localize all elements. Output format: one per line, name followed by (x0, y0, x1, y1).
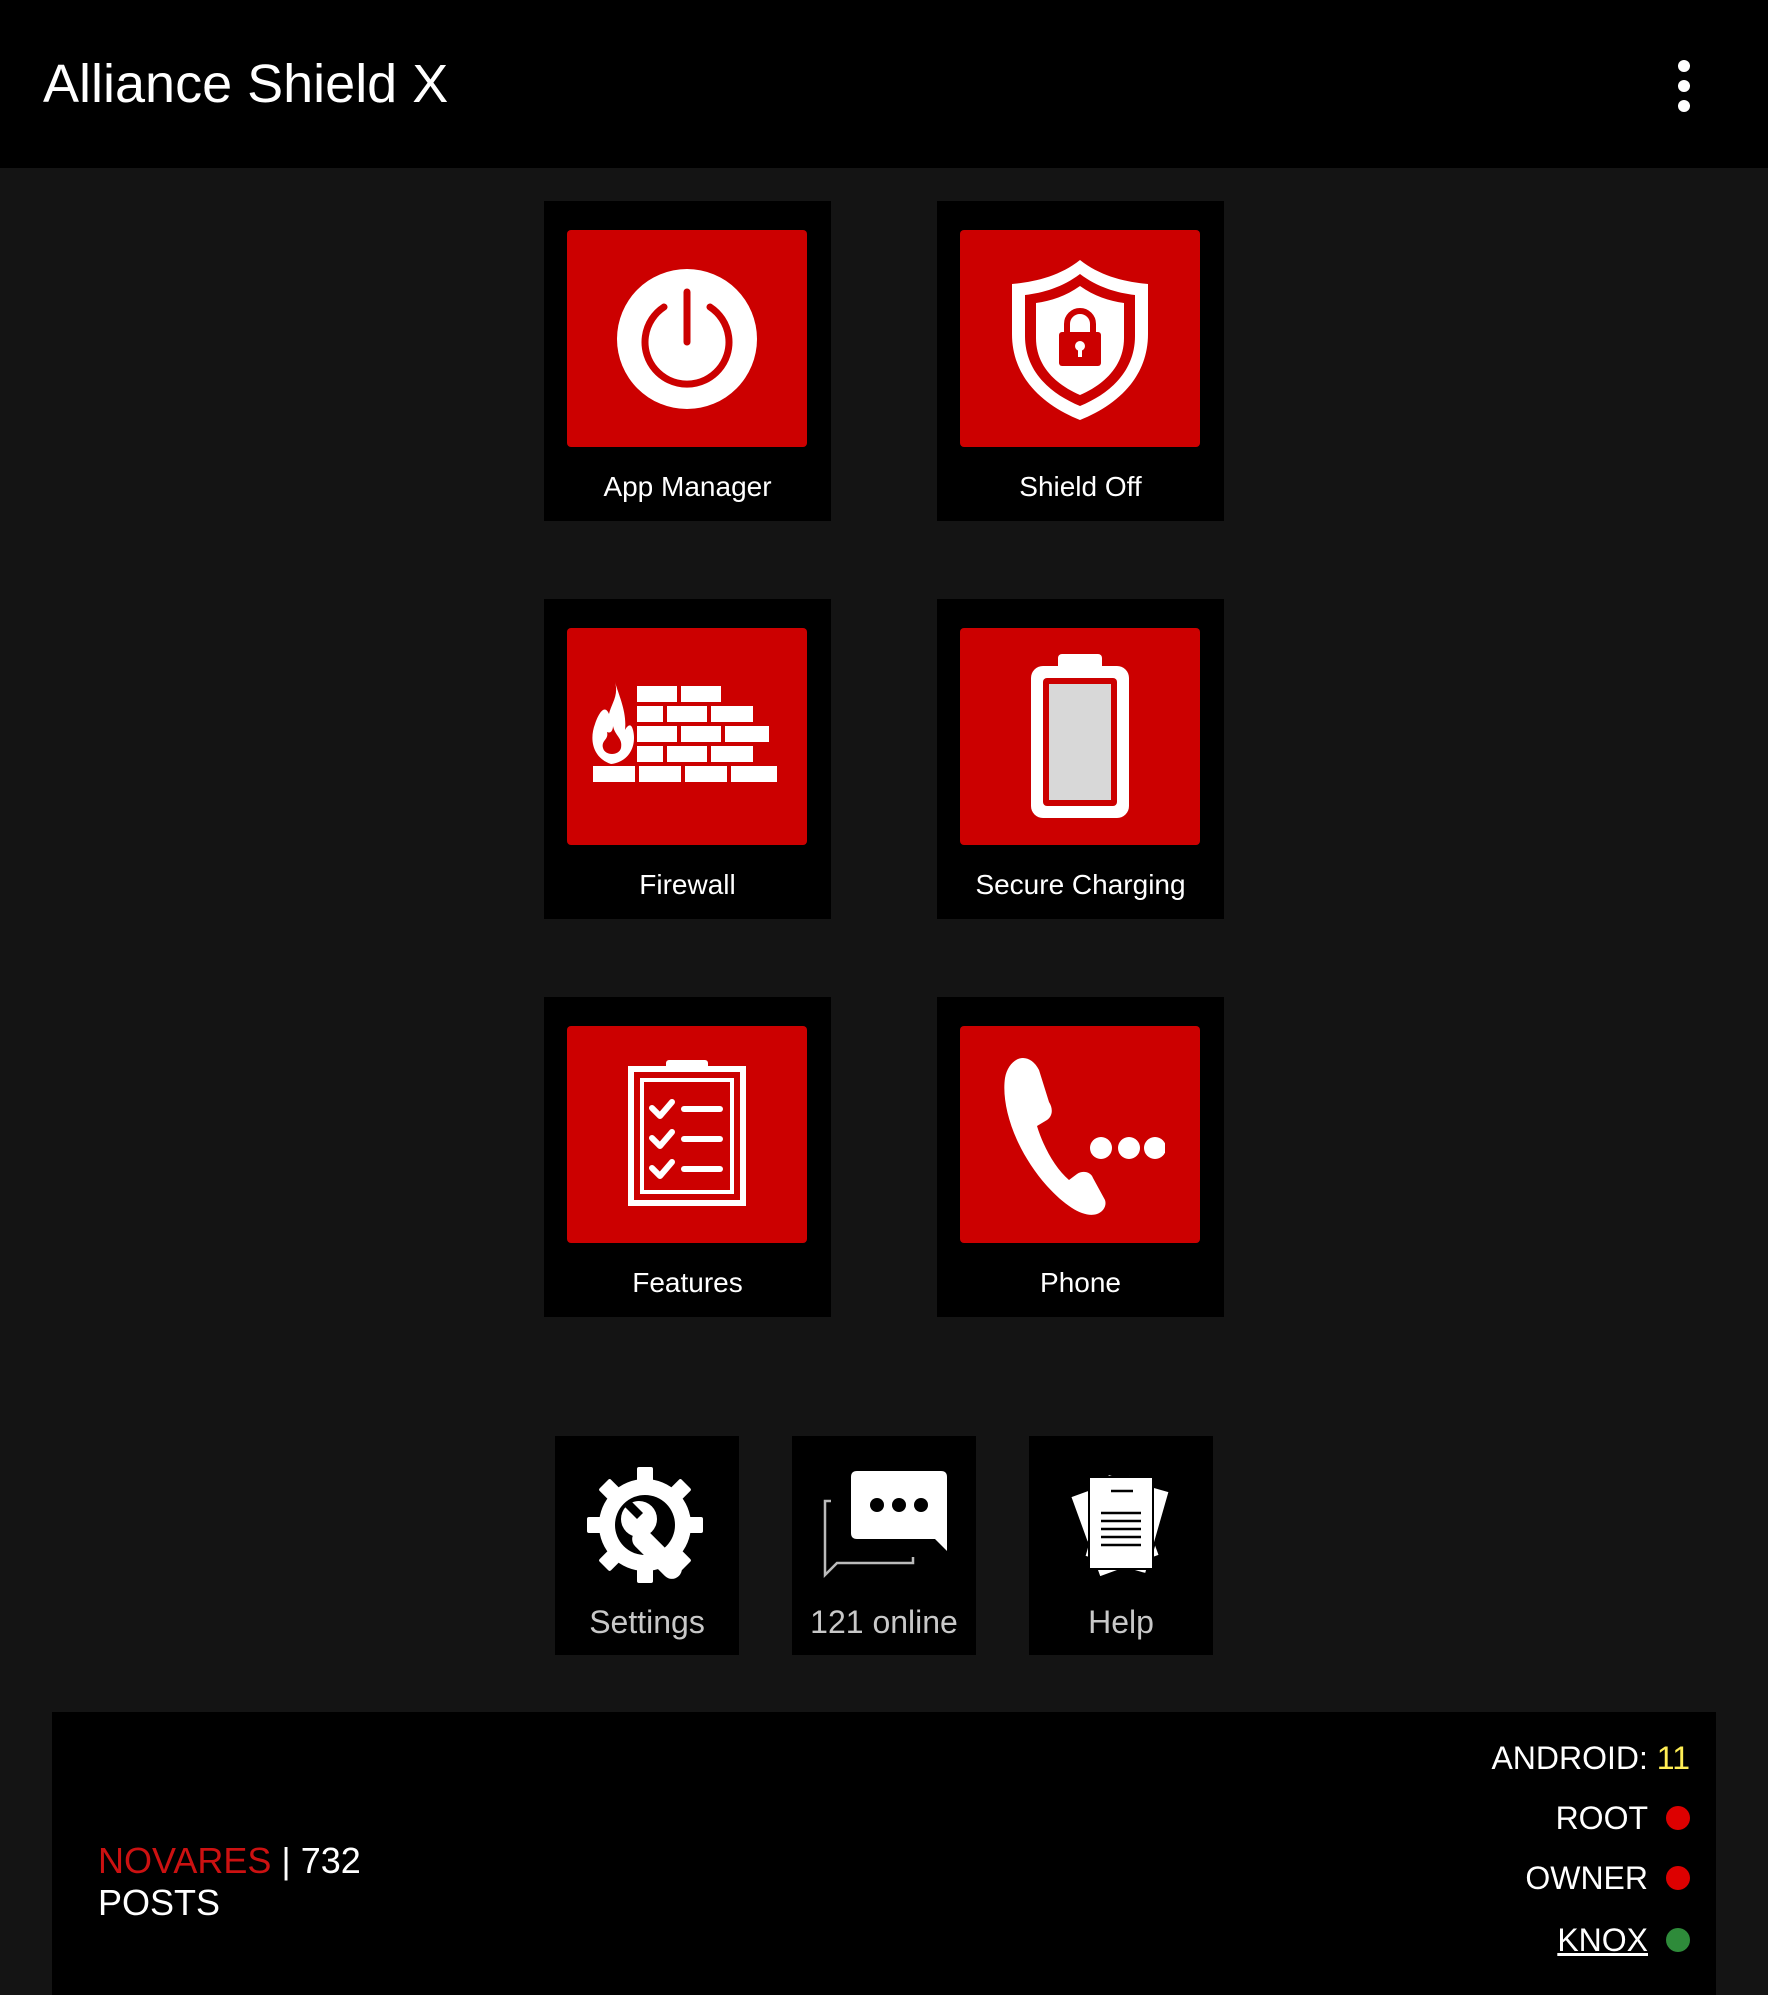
more-vert-icon (1678, 60, 1690, 112)
posts-label: POSTS (98, 1882, 221, 1923)
documents-icon (1051, 1462, 1191, 1592)
firewall-label: Firewall (639, 869, 736, 900)
features-label: Features (632, 1267, 743, 1298)
more-options-button[interactable] (1664, 56, 1704, 116)
phone-tile[interactable]: Phone (937, 997, 1224, 1317)
help-label: Help (1088, 1604, 1154, 1640)
checklist-icon (567, 1026, 807, 1243)
settings-button[interactable]: Settings (555, 1436, 739, 1655)
secure-charging-label: Secure Charging (975, 869, 1186, 900)
phone-call-icon (960, 1026, 1200, 1243)
android-version-status: ANDROID: 11 (1491, 1738, 1690, 1778)
gear-wrench-icon (577, 1462, 717, 1592)
forum-separator: | (281, 1840, 291, 1881)
secure-charging-tile[interactable]: Secure Charging (937, 599, 1224, 919)
battery-icon (960, 628, 1200, 845)
knox-status: KNOX (1557, 1920, 1690, 1960)
shield-off-tile[interactable]: Shield Off (937, 201, 1224, 521)
chat-online-button[interactable]: 121 online (792, 1436, 976, 1655)
firewall-icon (567, 628, 807, 845)
phone-label: Phone (1040, 1267, 1121, 1298)
post-count: 732 (300, 1840, 361, 1881)
knox-link[interactable]: KNOX (1557, 1920, 1648, 1960)
forum-stats: NOVARES | 732 POSTS (98, 1840, 361, 1924)
help-button[interactable]: Help (1029, 1436, 1213, 1655)
features-tile[interactable]: Features (544, 997, 831, 1317)
app-bar: Alliance Shield X (0, 0, 1768, 168)
firewall-tile[interactable]: Firewall (544, 599, 831, 919)
owner-status: OWNER (1525, 1858, 1690, 1898)
forum-brand[interactable]: NOVARES (98, 1840, 271, 1881)
knox-status-dot (1666, 1928, 1690, 1952)
root-label: ROOT (1555, 1800, 1648, 1836)
footer-panel: NOVARES | 732 POSTS ANDROID: 11 ROOT OWN… (52, 1712, 1716, 1995)
android-version: 11 (1656, 1740, 1690, 1776)
shield-off-label: Shield Off (1019, 471, 1142, 502)
app-title: Alliance Shield X (43, 54, 449, 114)
shield-lock-icon (960, 230, 1200, 447)
chat-bubbles-icon (814, 1462, 954, 1592)
chat-online-label: 121 online (810, 1604, 958, 1640)
app-manager-tile[interactable]: App Manager (544, 201, 831, 521)
power-icon (567, 230, 807, 447)
root-status-dot (1666, 1806, 1690, 1830)
owner-label: OWNER (1525, 1860, 1648, 1896)
owner-status-dot (1666, 1866, 1690, 1890)
root-status: ROOT (1556, 1798, 1690, 1838)
settings-label: Settings (589, 1604, 705, 1640)
app-manager-label: App Manager (603, 471, 772, 502)
android-label: ANDROID: (1491, 1740, 1648, 1776)
